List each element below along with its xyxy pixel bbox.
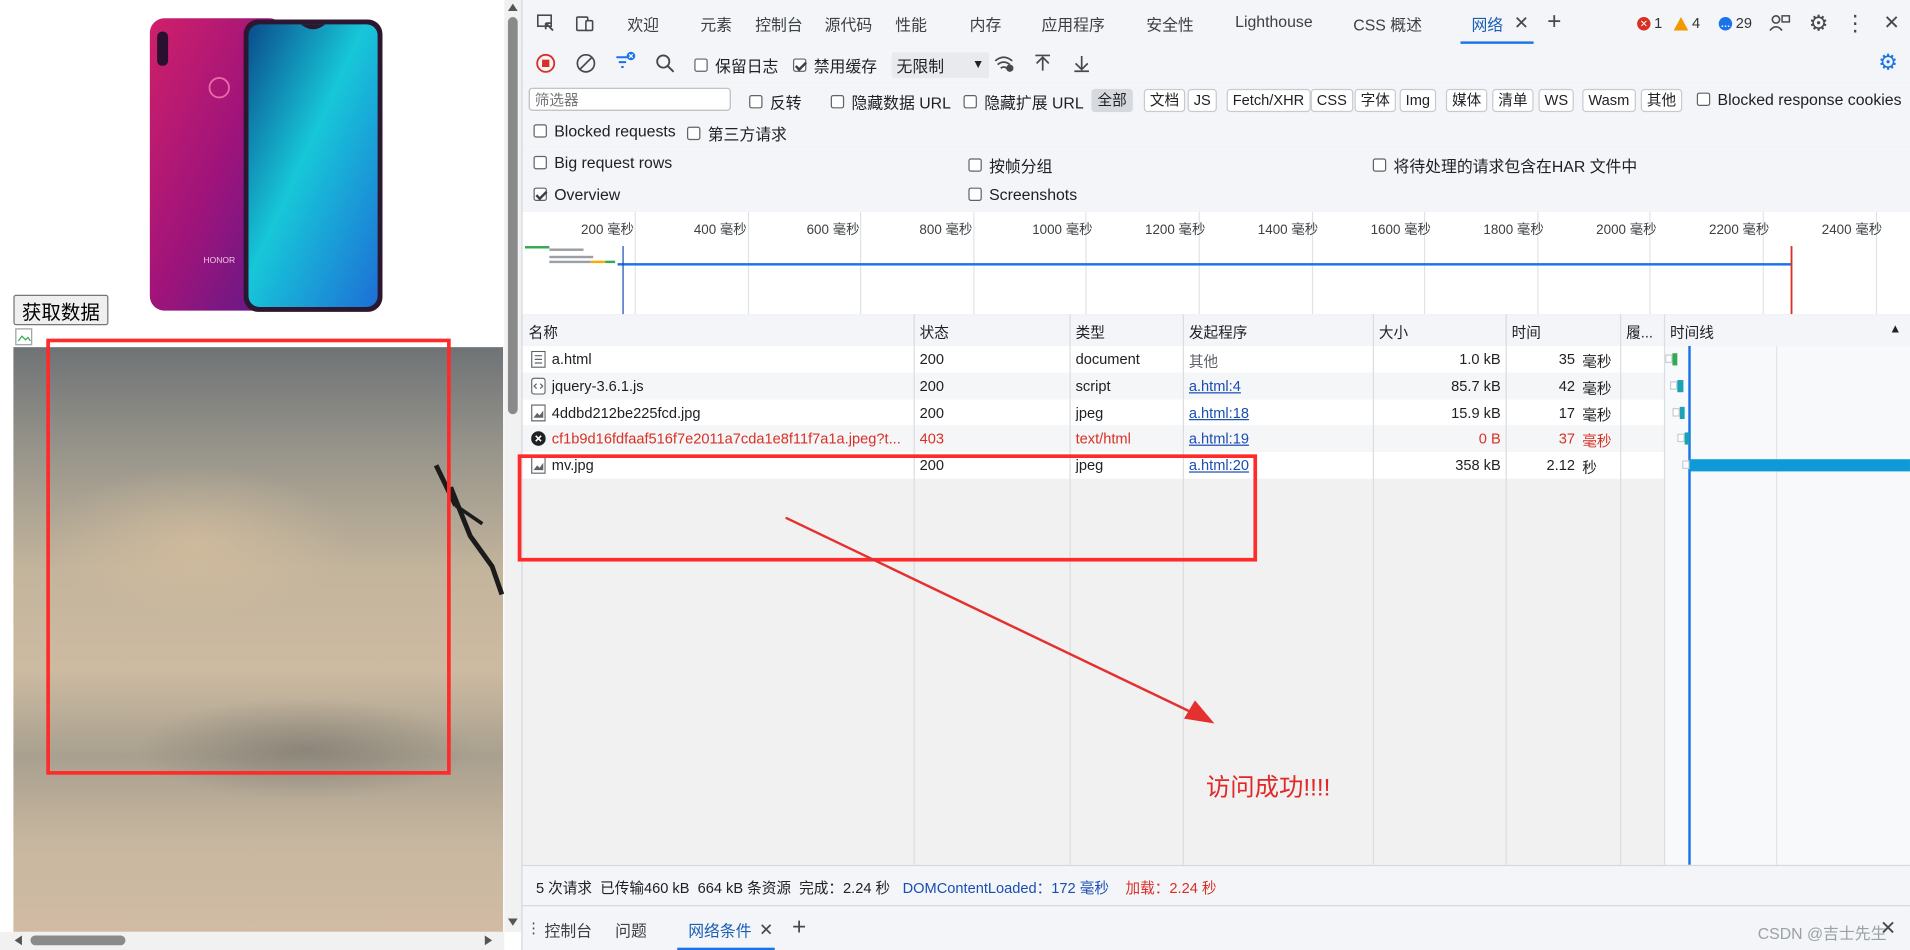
screenshot-stage: HONOR 获取数据 欢迎 元素 控制台 源代码 性能 内存 应用程序 安全性 …: [0, 0, 1910, 950]
annotation-text: 访问成功!!!!: [1205, 774, 1331, 802]
watermark: CSDN @吉士先生: [1757, 924, 1887, 943]
annotation-arrow: [785, 516, 1215, 724]
